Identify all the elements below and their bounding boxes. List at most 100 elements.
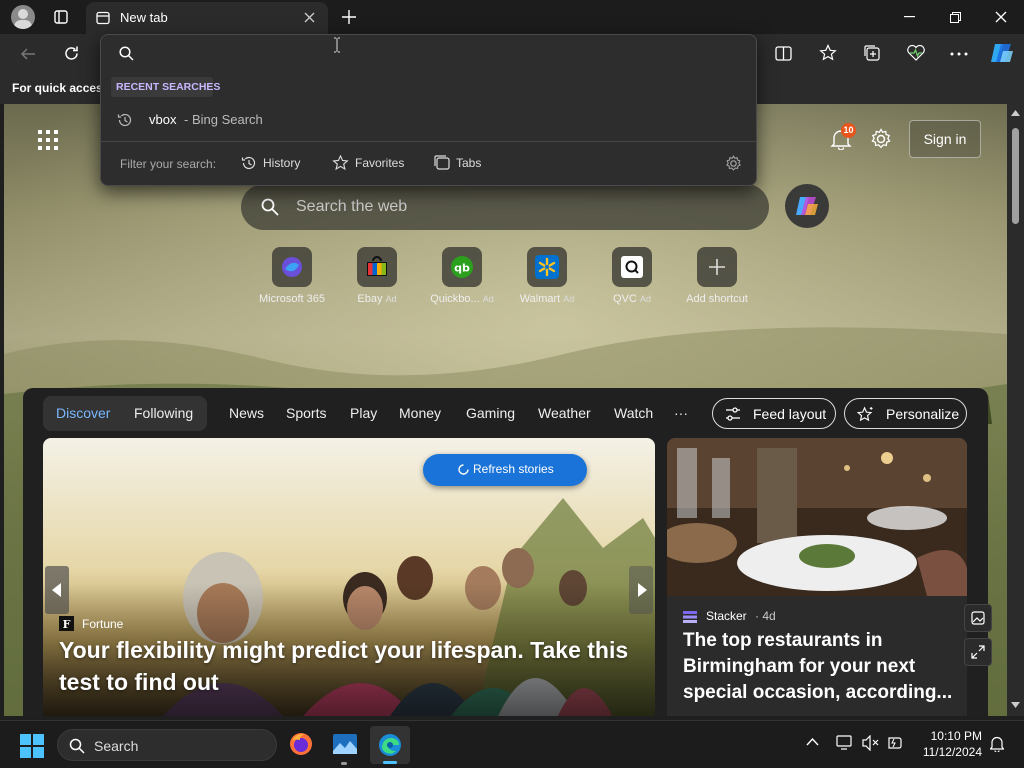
image-icon [971,611,985,625]
carousel-next-button[interactable] [629,566,653,614]
windows-taskbar: Search 10:10 PM 11/12/2024 [0,720,1024,768]
main-story-headline[interactable]: Your flexibility might predict your life… [59,634,649,698]
nav-news[interactable]: News [229,405,264,421]
scroll-up-icon[interactable] [1011,110,1020,116]
nav-gaming[interactable]: Gaming [466,405,515,421]
collections-icon[interactable] [863,44,881,62]
browser-essentials-icon[interactable] [906,44,926,62]
close-tab-icon[interactable] [304,12,315,23]
nav-play[interactable]: Play [350,405,377,421]
side-story-image [667,438,967,596]
nav-money[interactable]: Money [399,405,441,421]
background-image-button[interactable] [964,604,992,632]
qvc-icon [612,247,652,287]
favorites-star-icon [332,155,349,171]
tabs-icon [434,155,450,170]
main-story-card[interactable]: Refresh stories F Fortune Your flexibili… [43,438,655,716]
ebay-icon [357,247,397,287]
feed-layout-button[interactable]: Feed layout [712,398,836,429]
tab-discover[interactable]: Discover [56,405,110,421]
close-window-icon[interactable] [988,0,1014,34]
carousel-prev-button[interactable] [45,566,69,614]
chevron-left-icon [52,583,61,597]
minimize-icon[interactable] [896,0,922,34]
quick-link-label: Add shortcut [686,293,748,305]
quick-link-quickbooks[interactable]: qb Quickbo... Ad [422,247,502,305]
filter-favorites-button[interactable]: Favorites [332,155,404,171]
settings-gear-icon[interactable] [870,128,892,150]
battery-icon[interactable] [886,735,904,751]
sliders-icon [725,406,741,422]
personalize-button[interactable]: Personalize [844,398,967,429]
split-screen-icon[interactable] [775,45,792,62]
edge-taskbar-button[interactable] [370,726,410,764]
quick-link-qvc[interactable]: QVC Ad [592,247,672,305]
copilot-chat-button[interactable] [785,184,829,228]
new-tab-page: 10 Sign in Search the web Microsoft 365 … [4,104,1007,716]
expand-button[interactable] [964,638,992,666]
side-story-card[interactable]: Stacker · 4d The top restaurants in Birm… [667,438,967,716]
tab-following[interactable]: Following [134,405,193,421]
expand-arrows-icon [971,645,985,659]
title-bar: New tab [0,0,1024,34]
nav-more[interactable]: ··· [674,405,688,421]
tab-actions-icon[interactable] [46,0,76,34]
refresh-spinner-icon [457,463,470,476]
taskbar-search-box[interactable]: Search [57,729,277,761]
side-story-source: Stacker [706,609,747,623]
feed-layout-label: Feed layout [753,406,827,422]
tab-title: New tab [120,10,168,25]
running-indicator [341,762,347,765]
chevron-right-icon [638,583,647,597]
volume-muted-icon[interactable] [862,735,880,751]
app-icon-photos[interactable] [332,731,358,757]
quickbooks-icon: qb [442,247,482,287]
nav-weather[interactable]: Weather [538,405,591,421]
page-scrollbar[interactable] [1007,104,1024,716]
nav-watch[interactable]: Watch [614,405,653,421]
scroll-down-icon[interactable] [1011,702,1020,708]
restore-icon[interactable] [942,0,968,34]
history-clock-icon [241,156,256,170]
profile-avatar-icon[interactable] [8,0,38,34]
apps-launcher-icon[interactable] [38,130,58,150]
network-icon[interactable] [836,735,854,751]
filter-history-button[interactable]: History [241,155,300,171]
favorites-star-icon[interactable] [819,44,837,62]
tab-new-tab[interactable]: New tab [86,2,328,34]
search-placeholder: Search the web [296,198,408,215]
new-tab-plus-icon[interactable] [336,0,362,34]
taskbar-search-label: Search [94,738,139,754]
windows-start-icon[interactable] [20,734,44,758]
sign-in-button[interactable]: Sign in [909,120,981,158]
notification-bell-icon[interactable] [990,736,1004,752]
chevron-up-icon[interactable] [806,738,819,746]
copilot-icon[interactable] [989,41,1015,65]
quick-link-microsoft365[interactable]: Microsoft 365 [252,247,332,305]
refresh-stories-button[interactable]: Refresh stories [423,454,587,486]
recent-search-item[interactable]: vbox - Bing Search [101,105,756,135]
web-search-box[interactable]: Search the web [241,184,769,230]
refresh-icon[interactable] [63,45,80,62]
back-arrow-icon[interactable] [20,46,36,62]
quick-link-label: Ebay [357,293,383,305]
address-bar-dropdown: RECENT SEARCHES vbox - Bing Search Filte… [100,34,757,186]
side-story-headline[interactable]: The top restaurants in Birmingham for yo… [683,628,959,706]
recent-searches-header: RECENT SEARCHES [116,81,221,93]
nav-sports[interactable]: Sports [286,405,326,421]
scrollbar-thumb[interactable] [1012,128,1019,224]
clock-date[interactable]: 11/12/2024 [918,745,982,759]
plus-icon [697,247,737,287]
quick-link-ebay[interactable]: Ebay Ad [337,247,417,305]
ad-marker: Ad [482,294,494,304]
microsoft365-icon [272,247,312,287]
clock-time[interactable]: 10:10 PM [930,729,982,743]
add-shortcut-button[interactable]: Add shortcut [677,247,757,305]
filter-tabs-button[interactable]: Tabs [434,155,481,170]
filter-search-label: Filter your search: [120,157,217,171]
address-input[interactable] [146,43,736,65]
quick-link-walmart[interactable]: Walmart Ad [507,247,587,305]
more-options-icon[interactable] [950,52,968,56]
search-settings-gear-icon[interactable] [725,155,742,172]
firefox-icon[interactable] [288,731,314,757]
